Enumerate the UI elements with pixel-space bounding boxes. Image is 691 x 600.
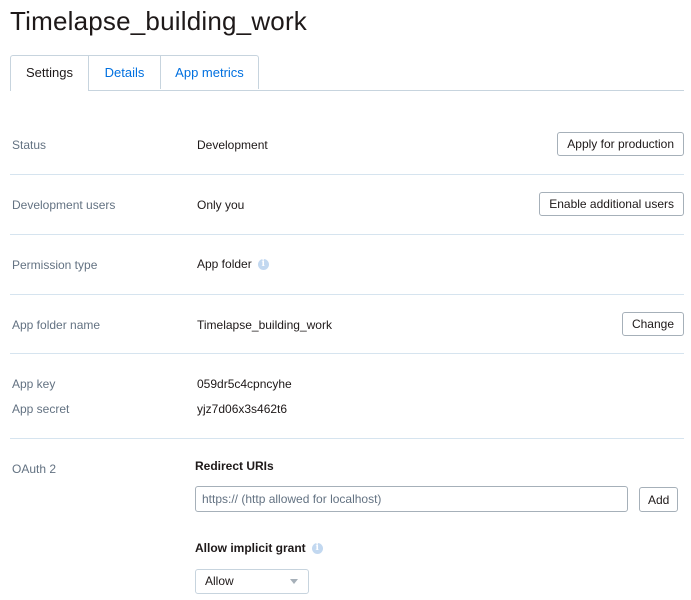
change-folder-button[interactable]: Change [621, 312, 684, 336]
development-users-label: Development users [12, 198, 116, 212]
permission-type-label: Permission type [12, 258, 98, 272]
app-folder-name-value: Timelapse_building_work [197, 318, 332, 332]
app-key-label: App key [12, 377, 56, 391]
redirect-uri-input[interactable] [195, 486, 628, 512]
development-users-row: Development users Only you Enable additi… [10, 175, 684, 235]
info-icon[interactable]: i [257, 259, 269, 271]
app-secret-value: yjz7d06x3s462t6 [197, 402, 288, 416]
permission-type-value-group: App folder i [197, 257, 269, 271]
oauth2-label: OAuth 2 [12, 462, 57, 476]
tab-settings[interactable]: Settings [10, 55, 89, 91]
status-value: Development [197, 138, 268, 152]
chevron-down-icon [290, 579, 298, 584]
tab-app-metrics[interactable]: App metrics [160, 55, 259, 89]
permission-type-value: App folder [197, 257, 252, 271]
app-secret-label: App secret [12, 402, 70, 416]
allow-implicit-grant-heading: Allow implicit grant [195, 541, 306, 555]
page-title: Timelapse_building_work [10, 6, 308, 36]
implicit-grant-selected-value: Allow [205, 574, 234, 588]
status-row: Status Development Apply for production [10, 115, 684, 175]
enable-additional-users-button[interactable]: Enable additional users [539, 192, 684, 216]
tab-details[interactable]: Details [88, 55, 161, 89]
app-key-value: 059dr5c4cpncyhe [197, 377, 292, 391]
tab-bar: Settings Details App metrics [10, 55, 684, 91]
add-redirect-uri-button[interactable]: Add [639, 487, 679, 512]
status-label: Status [12, 138, 47, 152]
apply-for-production-button[interactable]: Apply for production [557, 132, 684, 156]
implicit-grant-select[interactable]: Allow [195, 569, 309, 594]
permission-type-row: Permission type App folder i [10, 235, 684, 295]
app-credentials-row: App key 059dr5c4cpncyhe App secret yjz7d… [10, 354, 684, 439]
app-folder-name-row: App folder name Timelapse_building_work … [10, 295, 684, 354]
development-users-value: Only you [197, 198, 245, 212]
redirect-uris-heading: Redirect URIs [195, 459, 274, 473]
app-folder-name-label: App folder name [12, 318, 101, 332]
allow-implicit-grant-heading-group: Allow implicit grant i [195, 541, 323, 555]
info-icon[interactable]: i [311, 543, 323, 555]
